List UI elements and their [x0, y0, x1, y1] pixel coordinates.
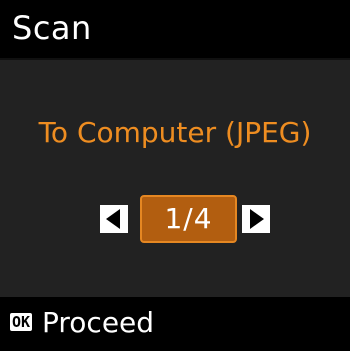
- footer-bar: OK Proceed: [0, 297, 350, 351]
- ok-button-icon[interactable]: OK: [10, 313, 33, 331]
- page-indicator: 1/4: [140, 195, 237, 243]
- triangle-left-icon[interactable]: [100, 205, 128, 233]
- scan-destination-label[interactable]: To Computer (JPEG): [0, 115, 350, 151]
- proceed-label: Proceed: [42, 306, 155, 339]
- scan-destination-panel: To Computer (JPEG) 1/4: [0, 60, 350, 297]
- page-indicator-text: 1/4: [164, 202, 213, 235]
- screen-title: Scan: [12, 9, 92, 47]
- page-selector: 1/4: [100, 195, 270, 243]
- printer-lcd-screen: Scan To Computer (JPEG) 1/4 OK Proceed: [0, 0, 350, 351]
- title-bar: Scan: [0, 0, 350, 60]
- triangle-right-icon[interactable]: [242, 205, 270, 233]
